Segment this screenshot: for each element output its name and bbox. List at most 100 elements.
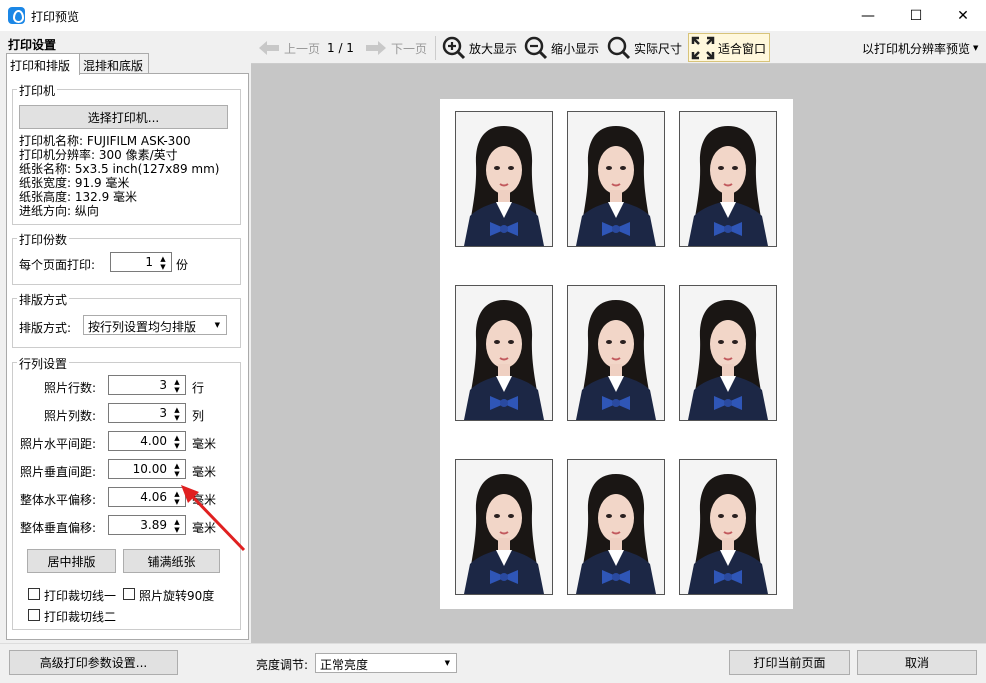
- h-offset-label: 整体水平偏移:: [20, 493, 97, 507]
- v-spacing-label: 照片垂直间距:: [20, 465, 97, 479]
- magnifier-icon: [607, 36, 631, 60]
- layout-group-title: 排版方式: [17, 291, 70, 308]
- photo-thumbnail: [567, 111, 665, 247]
- spin-down-icon[interactable]: ▼: [158, 263, 168, 271]
- spin-up-icon[interactable]: ▲: [172, 406, 182, 414]
- paper-width: 纸张宽度: 91.9 毫米: [19, 176, 130, 190]
- copies-group-title: 打印份数: [17, 231, 70, 248]
- chevron-down-icon: ▼: [973, 44, 979, 52]
- select-printer-button[interactable]: 选择打印机...: [19, 105, 228, 129]
- photo-thumbnail: [455, 111, 553, 247]
- brightness-select[interactable]: 正常亮度 ▼: [315, 653, 457, 673]
- prev-page-button[interactable]: 上一页: [257, 37, 320, 59]
- h-spacing-spinner[interactable]: 4.00 ▲ ▼: [108, 431, 186, 451]
- cut-line-1-checkbox[interactable]: [28, 588, 40, 600]
- layout-label: 排版方式:: [19, 321, 72, 335]
- cols-label: 照片列数:: [44, 409, 97, 423]
- portrait-image: [456, 112, 552, 246]
- portrait-image: [568, 286, 664, 420]
- toolbar-divider: [435, 36, 436, 60]
- cols-unit: 列: [192, 409, 205, 423]
- spin-up-icon[interactable]: ▲: [158, 255, 168, 263]
- copies-spinner[interactable]: 1 ▲ ▼: [110, 252, 172, 272]
- fit-window-label: 适合窗口: [718, 41, 767, 56]
- next-page-label: 下一页: [391, 41, 428, 56]
- copies-value: 1: [145, 255, 153, 269]
- grid-group-title: 行列设置: [17, 355, 70, 372]
- brightness-value: 正常亮度: [320, 658, 369, 672]
- spin-down-icon[interactable]: ▼: [172, 386, 182, 394]
- close-button[interactable]: ✕: [940, 0, 986, 31]
- portrait-image: [456, 286, 552, 420]
- spin-up-icon[interactable]: ▲: [172, 378, 182, 386]
- cut-line-2-checkbox[interactable]: [28, 609, 40, 621]
- spin-up-icon[interactable]: ▲: [172, 462, 182, 470]
- rows-unit: 行: [192, 381, 205, 395]
- minimize-button[interactable]: —: [845, 0, 891, 31]
- v-spacing-spinner[interactable]: 10.00 ▲ ▼: [108, 459, 186, 479]
- portrait-image: [680, 112, 776, 246]
- spin-up-icon[interactable]: ▲: [172, 434, 182, 442]
- printer-name: 打印机名称: FUJIFILM ASK-300: [19, 134, 191, 148]
- v-spacing-unit: 毫米: [192, 465, 217, 479]
- cols-spinner[interactable]: 3 ▲ ▼: [108, 403, 186, 423]
- portrait-image: [680, 460, 776, 594]
- h-spacing-unit: 毫米: [192, 437, 217, 451]
- printer-resolution: 打印机分辨率: 300 像素/英寸: [19, 148, 178, 162]
- photo-thumbnail: [679, 111, 777, 247]
- spin-down-icon[interactable]: ▼: [172, 442, 182, 450]
- close-icon: ✕: [957, 7, 969, 24]
- center-layout-button[interactable]: 居中排版: [27, 549, 116, 573]
- h-spacing-label: 照片水平间距:: [20, 437, 97, 451]
- tab-label: 打印和排版: [10, 59, 71, 73]
- actual-size-button[interactable]: 实际尺寸: [607, 36, 683, 60]
- zoom-out-button[interactable]: 缩小显示: [524, 36, 600, 60]
- advanced-settings-button[interactable]: 高级打印参数设置...: [9, 650, 178, 675]
- rotate-90-checkbox[interactable]: [123, 588, 135, 600]
- paper-orientation: 进纸方向: 纵向: [19, 204, 99, 218]
- portrait-image: [456, 460, 552, 594]
- photo-thumbnail: [679, 285, 777, 421]
- brightness-label: 亮度调节:: [256, 658, 309, 672]
- cut-line-1-label: 打印裁切线一: [44, 589, 117, 603]
- v-offset-label: 整体垂直偏移:: [20, 521, 97, 535]
- app-icon: [8, 7, 25, 24]
- fit-window-content: 适合窗口: [691, 36, 767, 60]
- portrait-image: [568, 460, 664, 594]
- chevron-down-icon: ▼: [214, 321, 220, 329]
- spin-down-icon[interactable]: ▼: [172, 470, 182, 478]
- printer-group-title: 打印机: [17, 82, 58, 99]
- window-title: 打印预览: [31, 10, 80, 24]
- next-page-button[interactable]: 下一页: [364, 37, 427, 59]
- tab-print-layout[interactable]: 打印和排版: [6, 53, 80, 75]
- maximize-button[interactable]: ☐: [893, 0, 939, 31]
- photo-thumbnail: [679, 459, 777, 595]
- actual-size-label: 实际尺寸: [634, 41, 683, 56]
- print-current-page-button[interactable]: 打印当前页面: [729, 650, 850, 675]
- portrait-image: [680, 286, 776, 420]
- cancel-button[interactable]: 取消: [857, 650, 977, 675]
- layout-select[interactable]: 按行列设置均匀排版 ▼: [83, 315, 227, 335]
- zoom-in-button[interactable]: 放大显示: [442, 36, 517, 60]
- settings-header: 打印设置: [8, 38, 57, 52]
- zoom-out-label: 缩小显示: [551, 41, 600, 56]
- photo-thumbnail: [567, 285, 665, 421]
- rows-value: 3: [159, 378, 167, 392]
- preview-mode-dropdown[interactable]: 以打印机分辨率预览 ▼: [862, 37, 978, 59]
- arrow-right-icon: [366, 41, 386, 55]
- photo-thumbnail: [567, 459, 665, 595]
- fit-window-icon: [691, 36, 715, 60]
- cut-line-2-label: 打印裁切线二: [44, 610, 117, 624]
- zoom-in-icon: [442, 36, 466, 60]
- tab-label: 混排和底版: [83, 59, 144, 73]
- page-indicator: 1 / 1: [327, 41, 354, 55]
- tab-mixed-base[interactable]: 混排和底版: [79, 53, 149, 74]
- layout-value: 按行列设置均匀排版: [88, 320, 197, 334]
- photo-thumbnail: [455, 285, 553, 421]
- prev-page-label: 上一页: [284, 41, 321, 56]
- v-spacing-value: 10.00: [132, 462, 167, 476]
- rows-spinner[interactable]: 3 ▲ ▼: [108, 375, 186, 395]
- rows-label: 照片行数:: [44, 381, 97, 395]
- copies-unit: 份: [176, 258, 189, 272]
- spin-down-icon[interactable]: ▼: [172, 414, 182, 422]
